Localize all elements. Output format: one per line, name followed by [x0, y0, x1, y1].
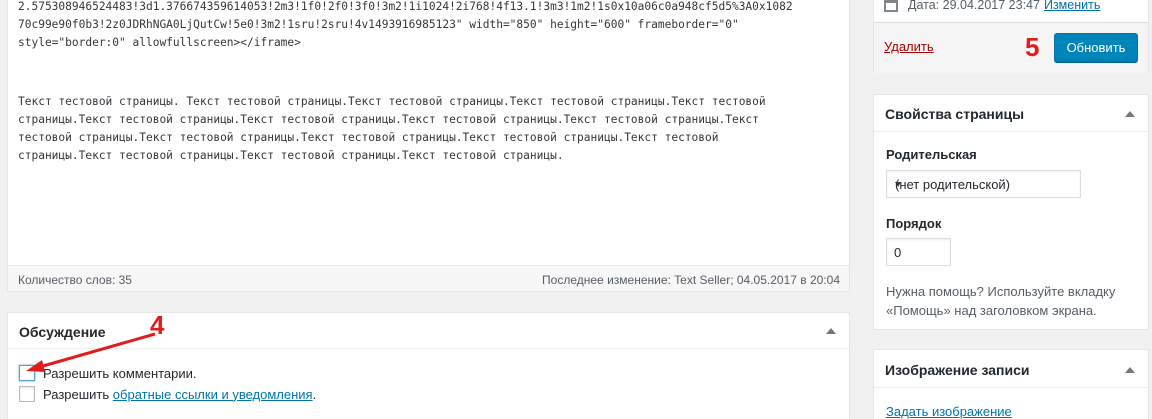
allow-trackbacks-prefix: Разрешить — [43, 386, 110, 402]
publish-actions: Удалить Обновить — [874, 22, 1148, 73]
divider — [874, 131, 1148, 132]
last-modified: Последнее изменение: Text Seller; 04.05.… — [542, 273, 840, 287]
content-editor[interactable]: 2.575308946524483!3d1.376674359614053!2m… — [7, 0, 850, 292]
featured-image-toggle-icon[interactable] — [1125, 367, 1135, 373]
edit-date-link[interactable]: Изменить — [1044, 0, 1100, 12]
editor-code-text[interactable]: 2.575308946524483!3d1.376674359614053!2m… — [18, 0, 833, 52]
arrow-line — [35, 332, 156, 370]
delete-link[interactable]: Удалить — [884, 39, 934, 54]
set-featured-image-link[interactable]: Задать изображение — [886, 404, 1012, 419]
parent-select-value: (нет родительской) — [895, 177, 1011, 192]
publish-date-row: Дата: 29.04.2017 23:47 Изменить — [874, 0, 1148, 19]
divider — [874, 387, 1148, 388]
publish-date: Дата: 29.04.2017 23:47 — [908, 0, 1040, 12]
parent-select[interactable]: (нет родительской) — [886, 170, 1081, 198]
parent-label: Родительская — [886, 147, 977, 162]
discussion-toggle-icon[interactable] — [826, 328, 836, 334]
word-count: Количество слов: 35 — [18, 273, 132, 287]
publish-box: Дата: 29.04.2017 23:47 Изменить Удалить О… — [873, 0, 1149, 73]
order-label: Порядок — [886, 216, 942, 231]
allow-trackbacks-row[interactable]: Разрешить обратные ссылки и уведомления. — [19, 386, 316, 402]
help-text: Нужна помощь? Используйте вкладку «Помощ… — [886, 284, 1116, 318]
update-button[interactable]: Обновить — [1054, 33, 1138, 62]
trackbacks-suffix: . — [312, 386, 317, 402]
featured-image-title: Изображение записи — [885, 362, 1030, 378]
featured-image-box: Изображение записи Задать изображение — [873, 349, 1149, 419]
page-attributes-box: Свойства страницы Родительская (нет роди… — [873, 94, 1149, 330]
editor-statusbar: Количество слов: 35 Последнее изменение:… — [7, 265, 850, 292]
page-attributes-title: Свойства страницы — [885, 106, 1025, 122]
annotation-arrow-icon — [26, 332, 156, 372]
arrow-head — [26, 360, 45, 372]
order-input[interactable]: 0 — [886, 238, 951, 266]
annotation-step-5: 5 — [1025, 32, 1040, 62]
trackbacks-link[interactable]: обратные ссылки и уведомления — [113, 387, 313, 402]
editor-paragraph-text[interactable]: Текст тестовой страницы. Текст тестовой … — [18, 93, 833, 165]
calendar-icon — [884, 0, 898, 12]
page-attributes-toggle-icon[interactable] — [1125, 111, 1135, 117]
allow-trackbacks-checkbox[interactable] — [19, 386, 35, 402]
chevron-down-icon — [895, 182, 901, 187]
